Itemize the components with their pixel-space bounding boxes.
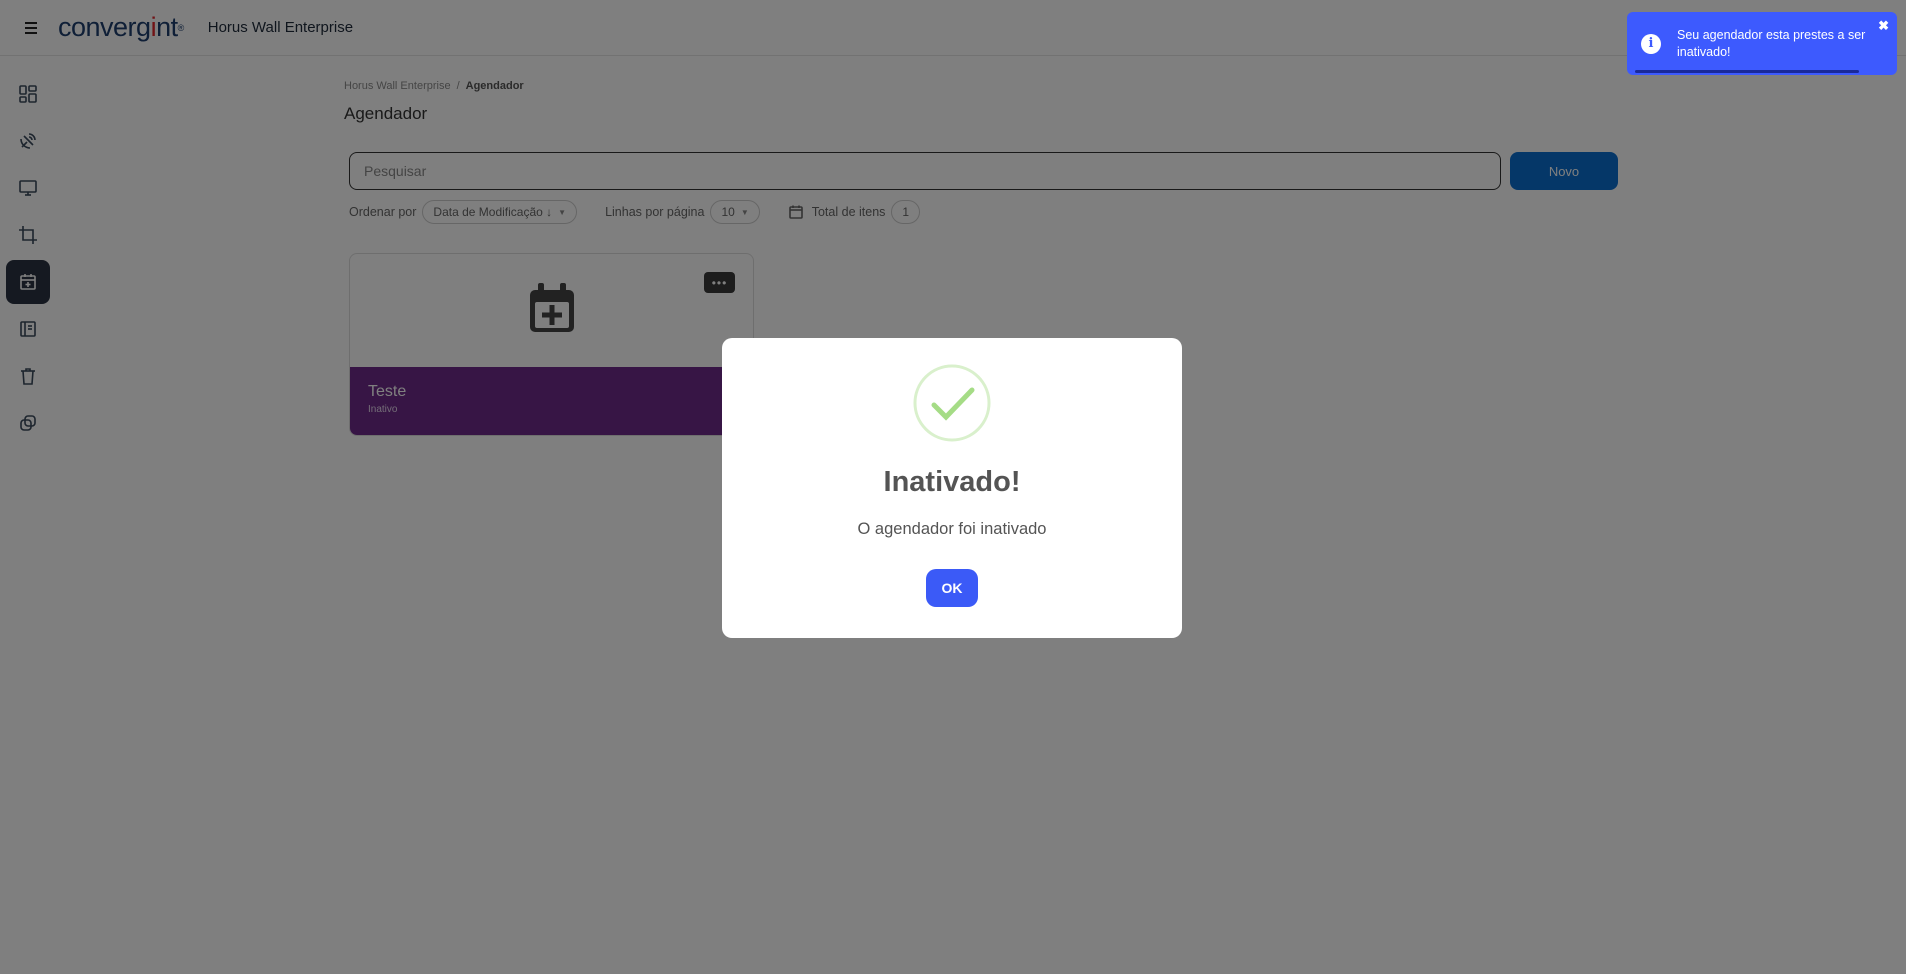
toast-progress-bar [1635,70,1859,73]
toast-message: Seu agendador esta prestes a ser inativa… [1677,27,1866,59]
info-icon: i [1641,33,1661,54]
dialog-message: O agendador foi inativado [857,520,1047,538]
success-dialog: Inativado! O agendador foi inativado OK [722,338,1182,638]
ok-button[interactable]: OK [926,569,978,607]
success-check-icon [913,364,991,442]
dialog-title: Inativado! [883,466,1021,498]
notification-toast: i Seu agendador esta prestes a ser inati… [1627,12,1897,75]
close-icon[interactable]: ✖ [1878,18,1889,34]
